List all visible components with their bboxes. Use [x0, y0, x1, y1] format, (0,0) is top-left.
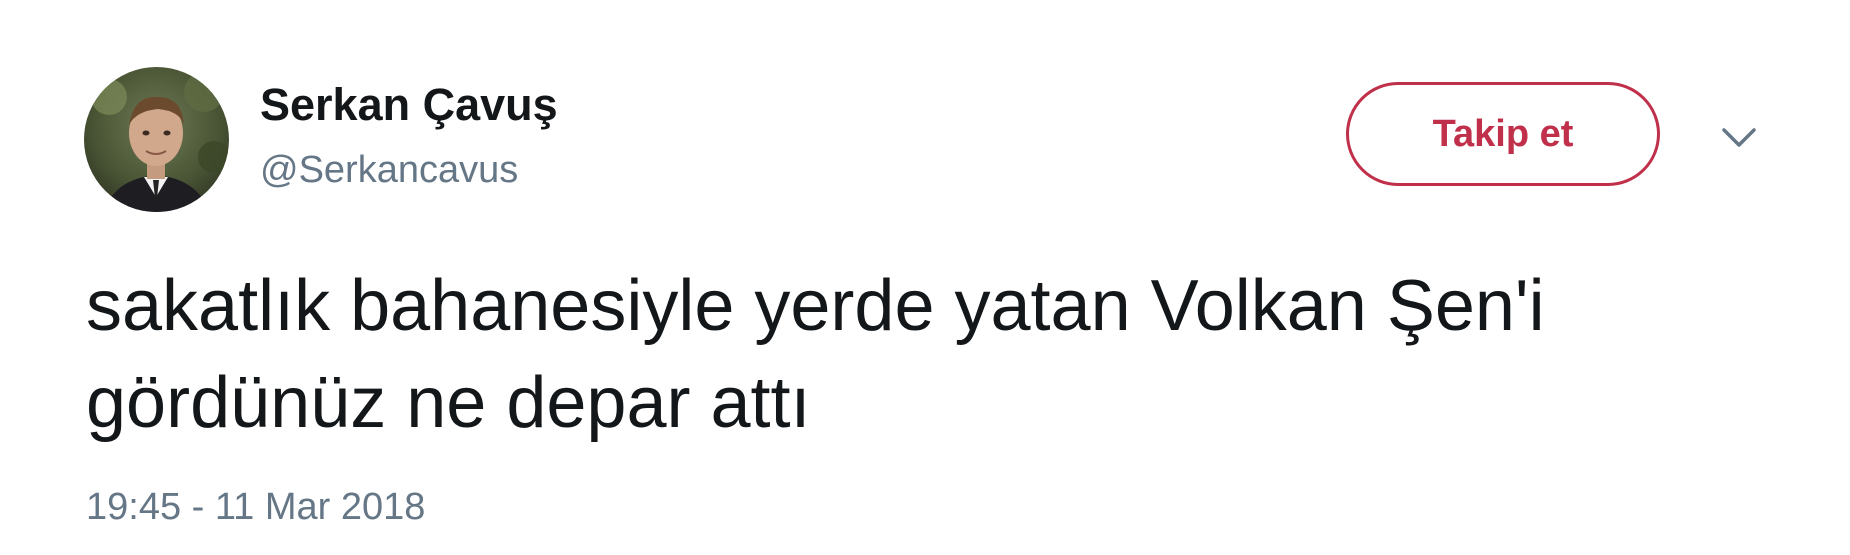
display-name[interactable]: Serkan Çavuş	[260, 78, 558, 132]
user-photo-avatar-icon	[84, 67, 229, 212]
more-options-button[interactable]	[1714, 118, 1764, 158]
tweet-text-line: sakatlık bahanesiyle yerde yatan Volkan …	[86, 266, 1545, 346]
tweet-timestamp[interactable]: 19:45 - 11 Mar 2018	[86, 485, 425, 531]
tweet-card: Serkan Çavuş @Serkancavus Takip et sakat…	[0, 0, 1850, 555]
chevron-down-icon	[1722, 128, 1756, 147]
tweet-text-line: gördünüz ne depar attı	[86, 363, 811, 443]
follow-button[interactable]: Takip et	[1346, 82, 1660, 186]
tweet-text: sakatlık bahanesiyle yerde yatan Volkan …	[86, 258, 1786, 452]
username-handle[interactable]: @Serkancavus	[260, 148, 518, 194]
avatar[interactable]	[84, 67, 229, 212]
